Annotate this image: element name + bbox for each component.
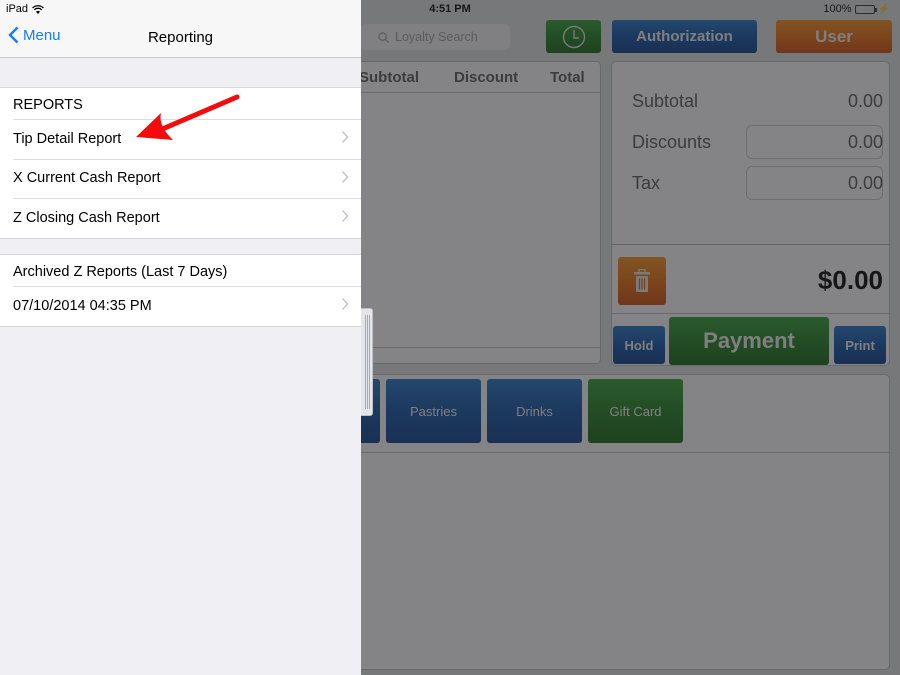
- report-item-z-closing-cash[interactable]: Z Closing Cash Report: [0, 198, 361, 238]
- report-item-label: Z Closing Cash Report: [13, 209, 160, 226]
- archived-section: Archived Z Reports (Last 7 Days) 07/10/2…: [0, 254, 361, 327]
- chevron-right-icon: [341, 130, 349, 144]
- archived-section-header: Archived Z Reports (Last 7 Days): [13, 263, 228, 280]
- category-divider: [301, 452, 889, 453]
- loyalty-search-input[interactable]: Loyalty Search: [360, 24, 510, 50]
- subtotal-value: 0.00: [847, 90, 883, 111]
- clear-order-button[interactable]: [618, 257, 666, 305]
- user-button[interactable]: User: [776, 20, 892, 53]
- page-title: Reporting: [147, 29, 214, 46]
- subtotal-row: Subtotal 0.00: [632, 84, 883, 118]
- column-discount: Discount: [454, 69, 519, 86]
- subtotal-label: Subtotal: [632, 90, 699, 111]
- report-item-label: X Current Cash Report: [13, 170, 161, 187]
- report-item-label: Tip Detail Report: [13, 130, 122, 147]
- category-button-drinks[interactable]: Drinks: [487, 379, 582, 443]
- panel-drag-handle[interactable]: [361, 308, 373, 416]
- wifi-icon: [32, 4, 44, 14]
- battery-indicator: 100% ⚡: [823, 3, 890, 15]
- time-clock-button[interactable]: [546, 20, 601, 53]
- category-button-gift-card[interactable]: Gift Card: [588, 379, 683, 443]
- tax-label: Tax: [632, 172, 661, 193]
- column-total: Total: [550, 69, 585, 86]
- trash-icon: [634, 269, 650, 292]
- reporting-menu: iPad Menu Reporting REPORTS Tip Detail R…: [0, 0, 361, 675]
- tax-value: 0.00: [847, 172, 883, 193]
- discounts-label: Discounts: [632, 131, 712, 152]
- grand-total-value: $0.00: [817, 265, 883, 295]
- grand-total-row: $0.00: [612, 244, 889, 314]
- search-icon: [378, 31, 389, 43]
- discounts-row: Discounts 0.00: [632, 125, 883, 159]
- authorization-button[interactable]: Authorization: [612, 20, 757, 53]
- column-subtotal: Subtotal: [359, 69, 419, 86]
- navigation-bar: iPad Menu Reporting: [0, 0, 361, 58]
- reports-section-header: REPORTS: [13, 96, 83, 113]
- battery-icon: [854, 4, 877, 14]
- tax-row: Tax 0.00: [632, 166, 883, 200]
- report-item-tip-detail[interactable]: Tip Detail Report: [0, 119, 361, 159]
- report-item-x-current-cash[interactable]: X Current Cash Report: [0, 158, 361, 199]
- archived-report-label: 07/10/2014 04:35 PM: [13, 297, 152, 314]
- battery-percent: 100%: [823, 3, 852, 15]
- reports-section: REPORTS Tip Detail Report X Current Cash…: [0, 87, 361, 239]
- chevron-right-icon: [341, 170, 349, 183]
- category-button-pastries[interactable]: Pastries: [386, 379, 481, 443]
- device-name: iPad: [6, 3, 29, 15]
- chevron-right-icon: [341, 209, 349, 223]
- clock-icon: [562, 25, 585, 48]
- discounts-value: 0.00: [847, 131, 883, 152]
- chevron-right-icon: [341, 297, 349, 311]
- hold-button[interactable]: Hold: [613, 326, 665, 364]
- archived-report-item[interactable]: 07/10/2014 04:35 PM: [0, 286, 361, 326]
- loyalty-search-placeholder: Loyalty Search: [395, 30, 478, 44]
- status-left: iPad: [6, 3, 44, 15]
- print-button[interactable]: Print: [834, 326, 886, 364]
- charging-icon: ⚡: [877, 3, 890, 15]
- payment-button[interactable]: Payment: [669, 317, 829, 365]
